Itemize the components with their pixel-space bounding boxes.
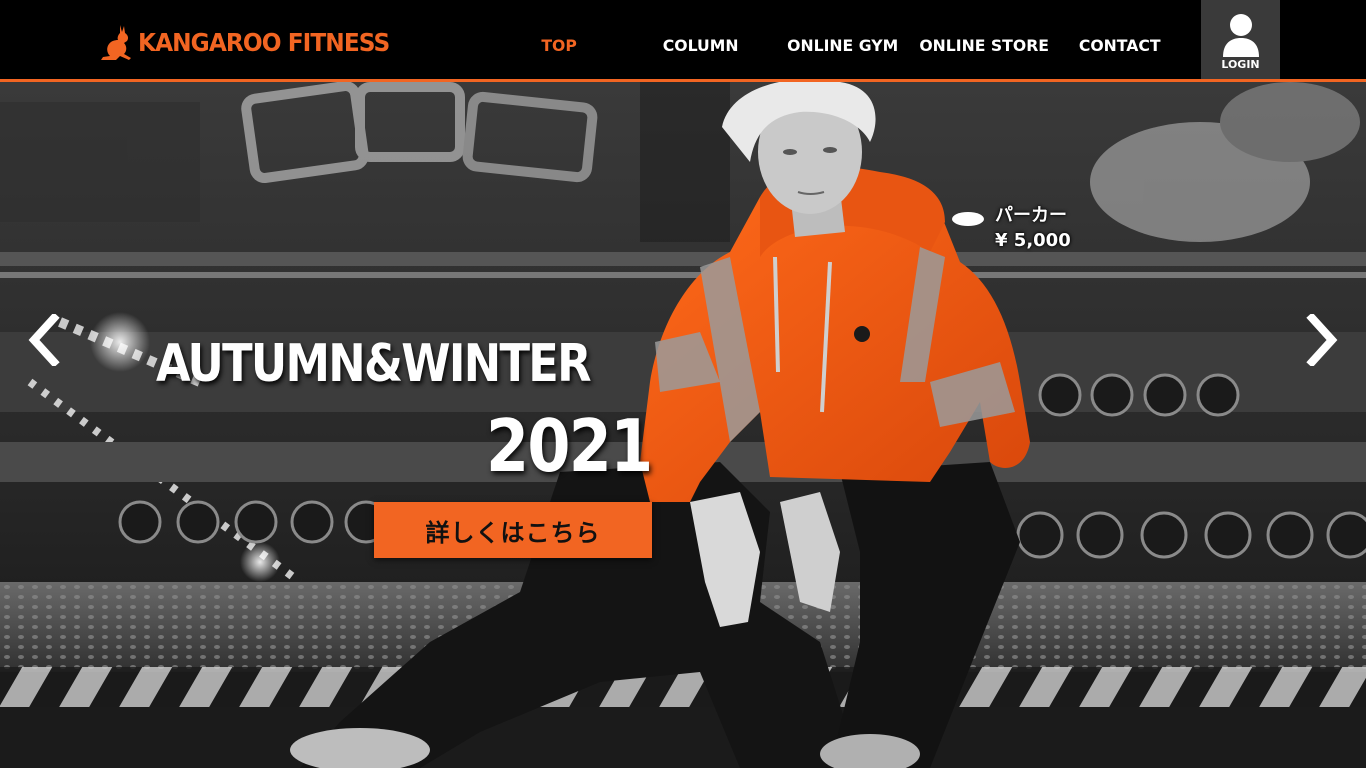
login-label: LOGIN [1221, 58, 1260, 71]
nav-item-online-store[interactable]: ONLINE STORE [919, 36, 1049, 55]
site-header: KANGAROO FITNESS TOP COLUMN ONLINE GYM O… [0, 0, 1366, 82]
login-button[interactable]: LOGIN [1201, 0, 1280, 79]
details-button[interactable]: 詳しくはこちら [374, 502, 652, 558]
hero-headline: AUTUMN&WINTER [156, 334, 592, 394]
chevron-left-icon[interactable] [24, 314, 64, 366]
kangaroo-icon [101, 25, 131, 60]
product-name: パーカー [995, 205, 1067, 226]
hero-slider: パーカー ¥ 5,000 AUTUMN&WINTER 2021 詳しくはこちら [0, 82, 1366, 768]
chevron-right-icon[interactable] [1302, 314, 1342, 366]
hero-background-image [0, 82, 1366, 768]
product-price-tag[interactable]: パーカー ¥ 5,000 [995, 204, 1071, 254]
brand-logo[interactable]: KANGAROO FITNESS [100, 22, 408, 62]
brand-name: KANGAROO FITNESS [138, 27, 390, 57]
hero-year: 2021 [486, 404, 653, 488]
user-icon [1223, 14, 1259, 57]
nav-item-online-gym[interactable]: ONLINE GYM [787, 36, 898, 55]
product-price: ¥ 5,000 [995, 230, 1071, 251]
nav-item-contact[interactable]: CONTACT [1079, 36, 1161, 55]
nav-item-top[interactable]: TOP [541, 36, 577, 55]
nav-item-column[interactable]: COLUMN [663, 36, 739, 55]
